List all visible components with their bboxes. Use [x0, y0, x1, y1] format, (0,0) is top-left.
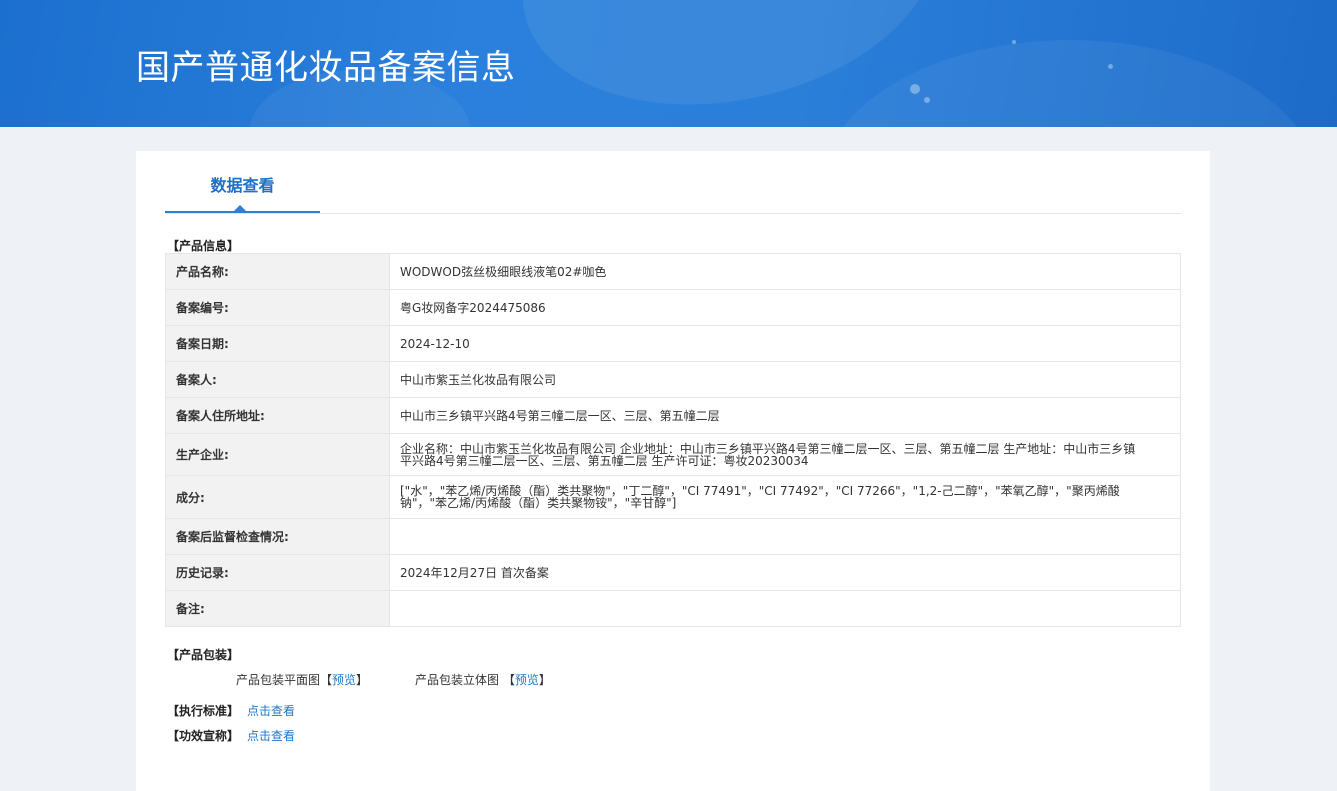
packaging-heading: 【产品包装】: [167, 648, 240, 662]
standard-label: 【执行标准】: [167, 704, 240, 718]
table-row: 备案编号: 粤G妆网备字2024475086: [165, 289, 1181, 326]
row-key: 备案人:: [165, 361, 390, 398]
standard-view-link[interactable]: 点击查看: [247, 704, 295, 718]
row-value: [389, 590, 1181, 627]
row-value-text: 2024-12-10: [400, 336, 470, 351]
row-key: 历史记录:: [165, 554, 390, 591]
row-key: 产品名称:: [165, 253, 390, 290]
banner-dot: [910, 84, 920, 94]
table-row: 备案后监督检查情况:: [165, 518, 1181, 555]
bracket-open: 【: [320, 673, 333, 687]
row-value-text: 2024年12月27日 首次备案: [400, 565, 549, 580]
row-key: 备案人住所地址:: [165, 397, 390, 434]
packaging-flat-label: 产品包装平面图: [236, 673, 321, 687]
table-row: 历史记录: 2024年12月27日 首次备案: [165, 554, 1181, 591]
row-value: 粤G妆网备字2024475086: [389, 289, 1181, 326]
product-info-table: 产品名称: WODWOD弦丝极细眼线液笔02#咖色 备案编号: 粤G妆网备字20…: [165, 253, 1181, 627]
row-key: 备案后监督检查情况:: [165, 518, 390, 555]
table-row: 产品名称: WODWOD弦丝极细眼线液笔02#咖色: [165, 253, 1181, 290]
tab-label: 数据查看: [210, 176, 275, 195]
header-banner: 国产普通化妆品备案信息: [0, 0, 1337, 127]
table-row: 生产企业: 企业名称：中山市紫玉兰化妆品有限公司 企业地址：中山市三乡镇平兴路4…: [165, 433, 1181, 476]
page-title: 国产普通化妆品备案信息: [136, 48, 516, 88]
row-key: 成分:: [165, 475, 390, 519]
row-key: 备注:: [165, 590, 390, 627]
packaging-stereo-item: 产品包装立体图 【预览】: [415, 671, 551, 688]
banner-dot: [924, 97, 930, 103]
row-value: 企业名称：中山市紫玉兰化妆品有限公司 企业地址：中山市三乡镇平兴路4号第三幢二层…: [389, 433, 1181, 476]
row-key: 生产企业:: [165, 433, 390, 476]
standard-row: 【执行标准】 点击查看: [167, 702, 295, 719]
product-info-heading: 【产品信息】: [167, 239, 240, 253]
content-card: 数据查看 【产品信息】 产品名称: WODWOD弦丝极细眼线液笔02#咖色 备案…: [136, 151, 1210, 791]
row-value-text: WODWOD弦丝极细眼线液笔02#咖色: [400, 264, 607, 279]
row-value: 中山市三乡镇平兴路4号第三幢二层一区、三层、第五幢二层: [389, 397, 1181, 434]
banner-decoration: [820, 40, 1320, 127]
row-value-text: 粤G妆网备字2024475086: [400, 300, 546, 315]
row-value-text: 中山市三乡镇平兴路4号第三幢二层一区、三层、第五幢二层: [400, 408, 720, 423]
tab-bar: 数据查看: [165, 151, 1181, 214]
row-value: 2024-12-10: [389, 325, 1181, 362]
table-row: 成分: ["水"，"苯乙烯/丙烯酸（酯）类共聚物"，"丁二醇"，"CI 7749…: [165, 475, 1181, 519]
row-value-text: ["水"，"苯乙烯/丙烯酸（酯）类共聚物"，"丁二醇"，"CI 77491"，"…: [400, 484, 1120, 510]
row-value: 中山市紫玉兰化妆品有限公司: [389, 361, 1181, 398]
bracket-close: 】: [356, 673, 369, 687]
row-value-text: 中山市紫玉兰化妆品有限公司: [400, 372, 557, 387]
table-row: 备案人: 中山市紫玉兰化妆品有限公司: [165, 361, 1181, 398]
row-value: WODWOD弦丝极细眼线液笔02#咖色: [389, 253, 1181, 290]
table-row: 备案日期: 2024-12-10: [165, 325, 1181, 362]
banner-dot: [1012, 40, 1016, 44]
table-row: 备注:: [165, 590, 1181, 627]
row-value: [389, 518, 1181, 555]
packaging-flat-item: 产品包装平面图【预览】: [236, 671, 368, 688]
table-row: 备案人住所地址: 中山市三乡镇平兴路4号第三幢二层一区、三层、第五幢二层: [165, 397, 1181, 434]
tab-caret-icon: [234, 205, 246, 211]
preview-flat-link[interactable]: 预览: [332, 673, 356, 687]
efficacy-row: 【功效宣称】 点击查看: [167, 727, 295, 744]
row-value-text: 企业名称：中山市紫玉兰化妆品有限公司 企业地址：中山市三乡镇平兴路4号第三幢二层…: [400, 441, 1136, 468]
tab-data-view[interactable]: 数据查看: [165, 151, 320, 213]
efficacy-view-link[interactable]: 点击查看: [247, 729, 295, 743]
efficacy-label: 【功效宣称】: [167, 729, 240, 743]
banner-dot: [1108, 64, 1113, 69]
packaging-stereo-label: 产品包装立体图: [415, 673, 500, 687]
row-value: 2024年12月27日 首次备案: [389, 554, 1181, 591]
row-value: ["水"，"苯乙烯/丙烯酸（酯）类共聚物"，"丁二醇"，"CI 77491"，"…: [389, 475, 1181, 519]
preview-stereo-link[interactable]: 预览: [515, 673, 539, 687]
bracket-open: 【: [502, 673, 515, 687]
bracket-close: 】: [538, 673, 551, 687]
row-key: 备案日期:: [165, 325, 390, 362]
row-key: 备案编号:: [165, 289, 390, 326]
